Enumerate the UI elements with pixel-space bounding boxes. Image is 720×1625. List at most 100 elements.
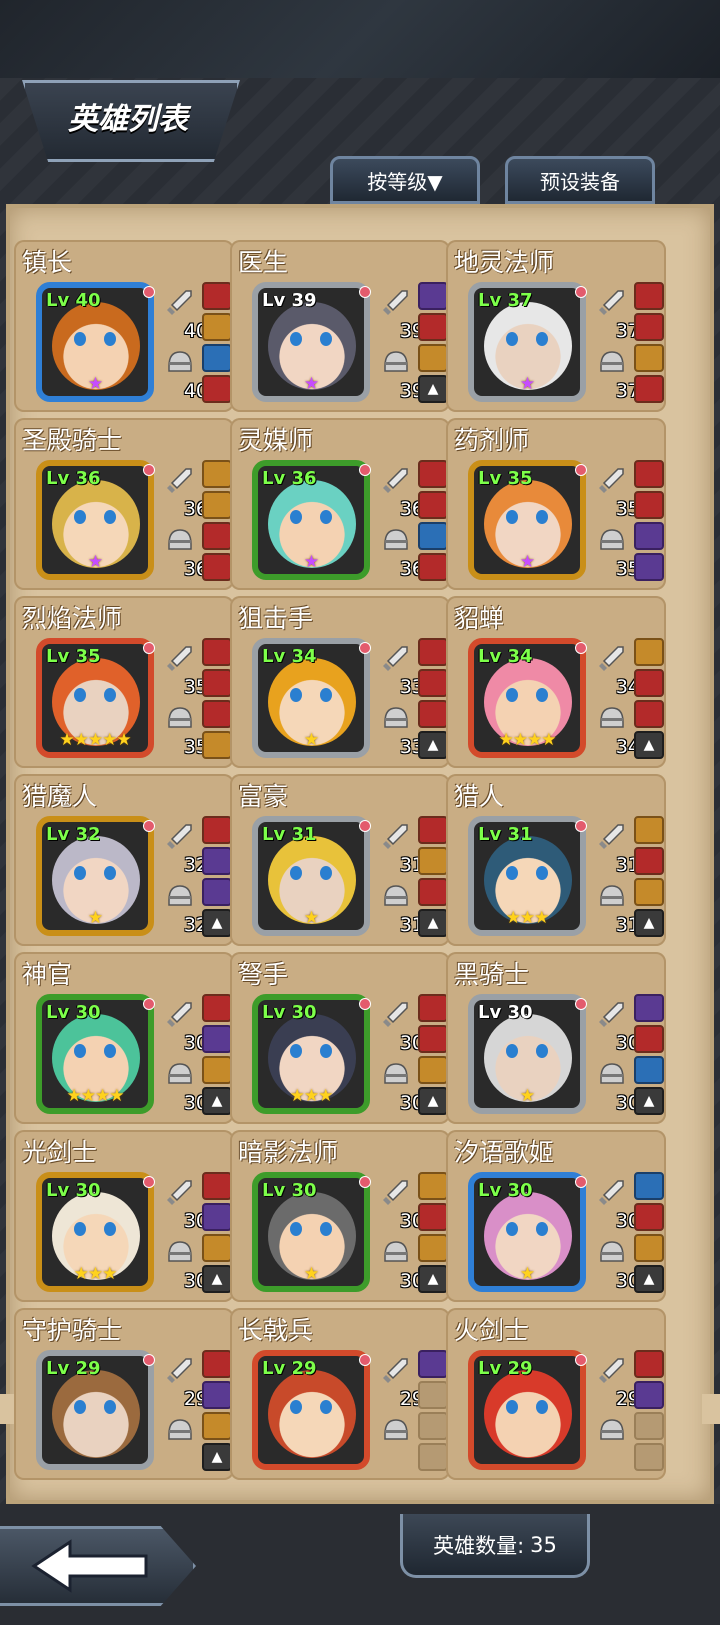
equipment-slot[interactable] [418,1172,448,1200]
equipment-slot[interactable] [634,700,664,728]
locked-slot[interactable]: ▲ [202,909,232,937]
hero-portrait[interactable]: Lv 31 ★ [252,816,370,936]
equipment-slot[interactable] [202,878,232,906]
equipment-slot[interactable] [418,1203,448,1231]
locked-slot[interactable]: ▲ [418,1087,448,1115]
hero-portrait[interactable]: Lv 29 [36,1350,154,1470]
equipment-slot[interactable] [634,847,664,875]
hero-card[interactable]: 黑骑士 Lv 30 ★ 30 30 ▲ [446,952,666,1124]
equipment-slot[interactable] [202,460,232,488]
equipment-slot[interactable] [418,816,448,844]
equipment-slot[interactable] [202,638,232,666]
locked-slot[interactable]: ▲ [418,909,448,937]
equipment-slot[interactable] [634,1025,664,1053]
locked-slot[interactable]: ▲ [418,731,448,759]
locked-slot[interactable]: ▲ [418,375,448,403]
equipment-slot[interactable] [418,847,448,875]
equipment-slot[interactable] [202,1412,232,1440]
equipment-slot[interactable] [202,522,232,550]
equipment-slot[interactable] [202,669,232,697]
hero-portrait[interactable]: Lv 35 ★ [468,460,586,580]
hero-portrait[interactable]: Lv 32 ★ [36,816,154,936]
equipment-slot[interactable] [418,313,448,341]
equipment-slot[interactable] [202,1172,232,1200]
equipment-slot[interactable] [418,994,448,1022]
equipment-slot[interactable] [634,344,664,372]
equipment-slot[interactable] [634,522,664,550]
equipment-slot[interactable] [202,344,232,372]
hero-card[interactable]: 灵媒师 Lv 36 ★ 36 36 [230,418,450,590]
equipment-slot[interactable] [634,375,664,403]
equipment-slot[interactable] [634,282,664,310]
equipment-slot[interactable] [202,282,232,310]
equipment-slot[interactable] [418,553,448,581]
equipment-slot[interactable] [202,491,232,519]
equipment-slot[interactable] [202,313,232,341]
hero-portrait[interactable]: Lv 36 ★ [36,460,154,580]
hero-portrait[interactable]: Lv 35 ★★★★★ [36,638,154,758]
equipment-slot[interactable] [418,282,448,310]
equipment-slot[interactable] [202,1056,232,1084]
equipment-slot[interactable] [634,313,664,341]
equipment-slot[interactable] [202,1203,232,1231]
equipment-slot[interactable] [418,1381,448,1409]
hero-portrait[interactable]: Lv 34 ★ [252,638,370,758]
equipment-slot[interactable] [418,344,448,372]
hero-card[interactable]: 地灵法师 Lv 37 ★ 37 37 [446,240,666,412]
hero-portrait[interactable]: Lv 37 ★ [468,282,586,402]
hero-card[interactable]: 猎人 Lv 31 ★★★ 31 31 ▲ [446,774,666,946]
equipment-slot[interactable] [634,491,664,519]
equipment-slot[interactable] [418,700,448,728]
equipment-slot[interactable] [418,522,448,550]
hero-portrait[interactable]: Lv 40 ★ [36,282,154,402]
equipment-slot[interactable] [634,1412,664,1440]
equipment-slot[interactable] [418,1025,448,1053]
hero-portrait[interactable]: Lv 34 ★★★★ [468,638,586,758]
hero-card[interactable]: 圣殿骑士 Lv 36 ★ 36 36 [14,418,234,590]
locked-slot[interactable]: ▲ [418,1265,448,1293]
equipment-slot[interactable] [634,1443,664,1471]
equipment-slot[interactable] [634,638,664,666]
equipment-slot[interactable] [418,1056,448,1084]
equipment-slot[interactable] [634,994,664,1022]
equipment-slot[interactable] [418,638,448,666]
equipment-slot[interactable] [202,1350,232,1378]
equipment-slot[interactable] [202,816,232,844]
locked-slot[interactable]: ▲ [202,1265,232,1293]
equipment-slot[interactable] [634,553,664,581]
hero-portrait[interactable]: Lv 31 ★★★ [468,816,586,936]
equipment-slot[interactable] [418,1443,448,1471]
equipment-slot[interactable] [634,669,664,697]
hero-portrait[interactable]: Lv 30 ★★★★ [36,994,154,1114]
hero-card[interactable]: 镇长 Lv 40 ★ 40 40 [14,240,234,412]
equipment-slot[interactable] [418,1234,448,1262]
hero-card[interactable]: 猎魔人 Lv 32 ★ 32 32 ▲ [14,774,234,946]
hero-card[interactable]: 富豪 Lv 31 ★ 31 31 ▲ [230,774,450,946]
equipment-slot[interactable] [634,1203,664,1231]
equipment-slot[interactable] [202,1381,232,1409]
preset-equipment-button[interactable]: 预设装备 [505,156,655,204]
locked-slot[interactable]: ▲ [202,1087,232,1115]
hero-card[interactable]: 烈焰法师 Lv 35 ★★★★★ 35 35 [14,596,234,768]
locked-slot[interactable]: ▲ [202,1443,232,1471]
hero-card[interactable]: 长戟兵 Lv 29 29 [230,1308,450,1480]
equipment-slot[interactable] [418,460,448,488]
hero-card[interactable]: 神官 Lv 30 ★★★★ 30 30 ▲ [14,952,234,1124]
equipment-slot[interactable] [202,375,232,403]
hero-portrait[interactable]: Lv 30 ★ [252,1172,370,1292]
locked-slot[interactable]: ▲ [634,731,664,759]
equipment-slot[interactable] [202,731,232,759]
equipment-slot[interactable] [418,878,448,906]
sort-by-level-button[interactable]: 按等级▼ [330,156,480,204]
hero-card[interactable]: 火剑士 Lv 29 29 [446,1308,666,1480]
back-button[interactable] [0,1526,196,1606]
equipment-slot[interactable] [634,878,664,906]
hero-portrait[interactable]: Lv 30 ★ [468,994,586,1114]
hero-card[interactable]: 狙击手 Lv 34 ★ 33 33 ▲ [230,596,450,768]
hero-card[interactable]: 守护骑士 Lv 29 29 ▲ [14,1308,234,1480]
equipment-slot[interactable] [202,1234,232,1262]
hero-portrait[interactable]: Lv 30 ★ [468,1172,586,1292]
hero-card[interactable]: 医生 Lv 39 ★ 39 39 ▲ [230,240,450,412]
equipment-slot[interactable] [634,1172,664,1200]
hero-card[interactable]: 药剂师 Lv 35 ★ 35 35 [446,418,666,590]
